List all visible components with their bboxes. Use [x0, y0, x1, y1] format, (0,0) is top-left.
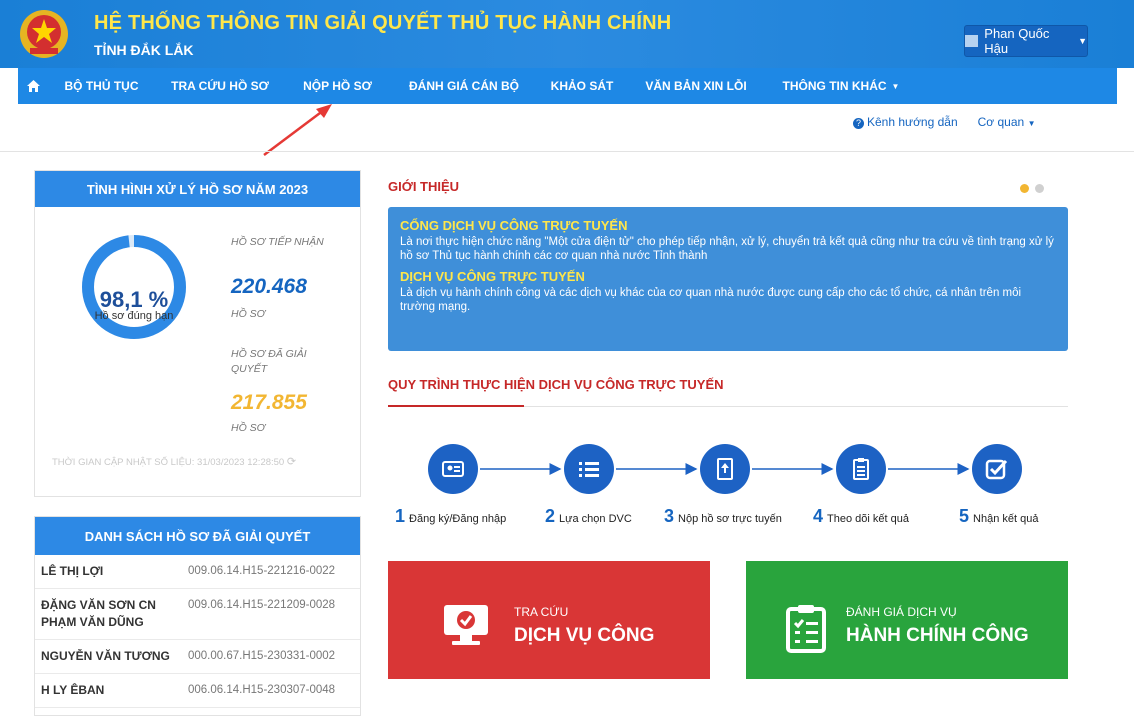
intro-title: GIỚI THIỆU [388, 179, 460, 194]
user-name: Phan Quốc Hậu [984, 26, 1050, 56]
resolved-value: 217.855 [231, 391, 307, 414]
step-2-text: Lựa chọn DVC [559, 513, 632, 525]
intro-box: CỔNG DỊCH VỤ CÔNG TRỰC TUYẾN Là nơi thực… [388, 207, 1068, 351]
step-1-num: 1 [395, 506, 406, 526]
nav-item-khao-sat[interactable]: KHẢO SÁT [538, 68, 626, 104]
intro-heading-service: DỊCH VỤ CÔNG TRỰC TUYẾN [400, 269, 585, 284]
site-subtitle: TỈNH ĐẮK LẮK [94, 42, 194, 58]
step-1-label: 1 Đăng ký/Đăng nhập [395, 506, 506, 527]
on-time-label: Hồ sơ đúng hạn [94, 310, 174, 322]
received-unit: HỒ SƠ [231, 308, 266, 320]
step-5-label: 5 Nhận kết quả [959, 506, 1038, 527]
stats-panel-title: TÌNH HÌNH XỬ LÝ HỒ SƠ NĂM 2023 [35, 171, 360, 207]
checklist-icon [853, 458, 869, 480]
table-row[interactable]: H LY ÊBAN 006.06.14.H15-230307-0048 [35, 674, 360, 708]
step-1-register[interactable] [428, 444, 478, 494]
table-row[interactable]: ĐẶNG VĂN SƠN CN PHẠM VĂN DŨNG 009.06.14.… [35, 589, 360, 640]
table-row[interactable]: NGUYỄN VĂN TƯƠNG 000.00.67.H15-230331-00… [35, 640, 360, 674]
search-service-card[interactable]: TRA CỨU DỊCH VỤ CÔNG [388, 561, 710, 679]
guide-link-label: Kênh hướng dẫn [867, 115, 958, 129]
id-card-icon [442, 461, 464, 477]
resolved-label: HỒ SƠ ĐÃ GIẢI QUYẾT [231, 348, 307, 375]
step-5-num: 5 [959, 506, 970, 526]
nav-item-thong-tin-khac[interactable]: THÔNG TIN KHÁC ▼ [766, 68, 916, 104]
nav-item-thong-tin-khac-label: THÔNG TIN KHÁC [782, 79, 887, 93]
question-icon: ? [853, 118, 864, 129]
nav-item-van-ban-xin-loi[interactable]: VĂN BẢN XIN LỖI [626, 68, 766, 104]
monitor-check-icon [444, 605, 488, 645]
refresh-icon[interactable]: ⟳ [287, 456, 296, 468]
step-1-text: Đăng ký/Đăng nhập [409, 513, 507, 525]
intro-text-service: Là dịch vụ hành chính công và các dịch v… [400, 287, 1022, 313]
title-underline [388, 405, 524, 407]
rate-card-line2: HÀNH CHÍNH CÔNG [846, 625, 1029, 646]
home-icon [26, 80, 40, 92]
process-steps: 1 Đăng ký/Đăng nhập 2 Lựa chọn DVC 3 Nộp hồ… [388, 440, 1078, 530]
row-code: 009.06.14.H15-221216-0022 [188, 565, 336, 577]
carousel-dot-active[interactable] [1020, 184, 1029, 193]
step-2-choose[interactable] [564, 444, 614, 494]
row-code: 009.06.14.H15-221209-0028 [188, 599, 336, 611]
divider [0, 151, 1134, 152]
step-2-label: 2 Lựa chọn DVC [545, 506, 632, 527]
agency-dropdown[interactable]: Cơ quan ▼ [978, 115, 1036, 129]
row-name: LÊ THỊ LỢI [41, 564, 104, 578]
step-2-num: 2 [545, 506, 556, 526]
step-5-text: Nhận kết quả [973, 513, 1039, 525]
carousel-dot[interactable] [1035, 184, 1044, 193]
resolved-list-title: DANH SÁCH HỒ SƠ ĐÃ GIẢI QUYẾT [35, 517, 360, 555]
sub-nav: ? Kênh hướng dẫn Cơ quan ▼ [853, 115, 1035, 129]
nav-item-tra-cuu-ho-so[interactable]: TRA CỨU HỒ SƠ [155, 68, 285, 104]
check-square-icon [985, 459, 1008, 480]
rate-card-line1: ĐÁNH GIÁ DỊCH VỤ [846, 605, 957, 619]
intro-heading-portal: CỔNG DỊCH VỤ CÔNG TRỰC TUYẾN [400, 218, 628, 233]
rate-service-card[interactable]: ĐÁNH GIÁ DỊCH VỤ HÀNH CHÍNH CÔNG [746, 561, 1068, 679]
list-icon [579, 462, 599, 477]
stats-panel: TÌNH HÌNH XỬ LÝ HỒ SƠ NĂM 2023 98,1 % Hồ… [34, 170, 361, 497]
national-emblem-logo[interactable] [18, 8, 70, 60]
nav-item-bo-thu-tuc[interactable]: BỘ THỦ TỤC [48, 68, 155, 104]
caret-down-icon: ▼ [891, 81, 900, 91]
nav-item-nop-ho-so[interactable]: NỘP HỒ SƠ [285, 68, 390, 104]
row-code: 000.00.67.H15-230331-0002 [188, 650, 336, 662]
update-time: THỜI GIAN CẬP NHẬT SỐ LIỆU: 31/03/2023 1… [52, 455, 296, 468]
row-name: H LY ÊBAN [41, 683, 105, 697]
row-name: NGUYỄN VĂN TƯƠNG [41, 649, 170, 663]
search-card-line1: TRA CỨU [514, 605, 569, 619]
intro-text-portal: Là nơi thực hiện chức năng "Một cửa điện… [400, 236, 1054, 262]
carousel-dots [1020, 184, 1044, 193]
received-value: 220.468 [231, 275, 307, 298]
table-row[interactable]: LÊ THỊ LỢI 009.06.14.H15-221216-0022 [35, 555, 360, 589]
step-3-submit[interactable] [700, 444, 750, 494]
nav-item-danh-gia-can-bo[interactable]: ĐÁNH GIÁ CÁN BỘ [390, 68, 538, 104]
caret-down-icon: ▼ [1078, 36, 1087, 46]
agency-dropdown-label: Cơ quan [977, 115, 1025, 129]
guide-link[interactable]: ? Kênh hướng dẫn [853, 115, 958, 129]
process-title: QUY TRÌNH THỰC HIỆN DỊCH VỤ CÔNG TRỰC TU… [388, 377, 724, 392]
step-3-num: 3 [664, 506, 675, 526]
step-4-num: 4 [813, 506, 824, 526]
step-3-label: 3 Nộp hồ sơ trực tuyến [664, 506, 782, 527]
row-code: 006.06.14.H15-230307-0048 [188, 684, 336, 696]
site-header: HỆ THỐNG THÔNG TIN GIẢI QUYẾT THỦ TỤC HÀ… [0, 0, 1134, 68]
step-5-receive[interactable] [972, 444, 1022, 494]
clipboard-checklist-icon [786, 605, 826, 653]
row-name: ĐẶNG VĂN SƠN CN PHẠM VĂN DŨNG [41, 598, 156, 629]
step-4-track[interactable] [836, 444, 886, 494]
resolved-unit: HỒ SƠ [231, 422, 266, 434]
user-menu-button[interactable]: Phan Quốc Hậu ▼ [964, 25, 1088, 57]
caret-down-icon: ▼ [1027, 119, 1036, 128]
main-nav: BỘ THỦ TỤC TRA CỨU HỒ SƠ NỘP HỒ SƠ ĐÁNH … [18, 68, 1117, 104]
resolved-list-panel: DANH SÁCH HỒ SƠ ĐÃ GIẢI QUYẾT LÊ THỊ LỢI… [34, 516, 361, 716]
user-image-icon [965, 35, 979, 47]
step-4-label: 4 Theo dõi kết quả [813, 506, 909, 527]
site-title[interactable]: HỆ THỐNG THÔNG TIN GIẢI QUYẾT THỦ TỤC HÀ… [94, 12, 671, 35]
update-time-text: THỜI GIAN CẬP NHẬT SỐ LIỆU: 31/03/2023 1… [52, 457, 285, 468]
received-label: HỒ SƠ TIẾP NHẬN [231, 236, 324, 248]
step-4-text: Theo dõi kết quả [827, 513, 909, 525]
step-3-text: Nộp hồ sơ trực tuyến [678, 513, 782, 525]
upload-doc-icon [717, 458, 733, 480]
home-button[interactable] [18, 68, 48, 104]
search-card-line2: DỊCH VỤ CÔNG [514, 625, 655, 646]
